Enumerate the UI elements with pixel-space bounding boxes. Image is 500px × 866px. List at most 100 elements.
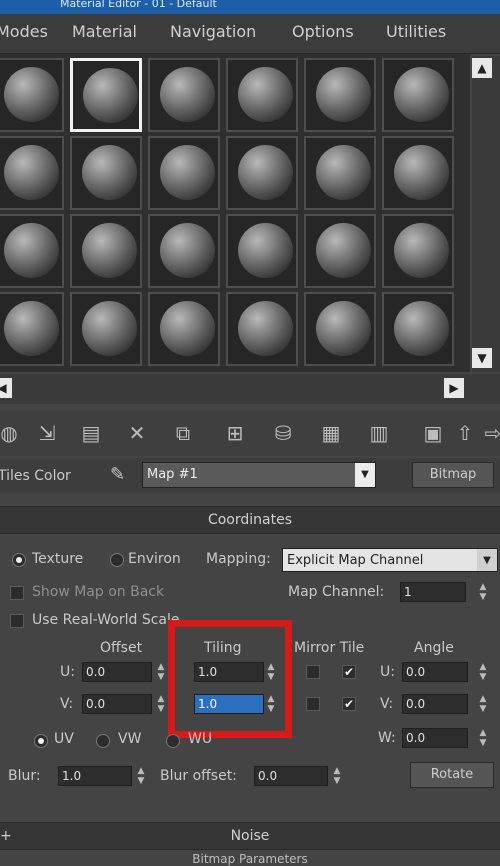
material-sphere-icon (83, 68, 138, 123)
coordinates-title: Coordinates (207, 512, 293, 528)
material-slot[interactable] (304, 292, 376, 366)
blur-offset-field[interactable]: 0.0 (254, 766, 328, 786)
unique-icon[interactable]: ⊞ (222, 420, 248, 446)
bitmap-parameters-header[interactable]: Bitmap Parameters (0, 852, 500, 866)
uv-radio[interactable] (34, 734, 48, 748)
chevron-down-icon[interactable]: ▼ (355, 463, 375, 487)
angle-v-spinner[interactable]: ▲ ▼ (478, 694, 488, 714)
material-slot[interactable] (148, 214, 220, 288)
show-map-on-back-checkbox[interactable] (10, 586, 24, 600)
chevron-down-icon[interactable]: ▼ (477, 549, 497, 571)
horizontal-scrollbar[interactable]: ◀ ▶ (0, 374, 500, 404)
mirror-tile-header: Mirror Tile (294, 640, 365, 656)
material-slot[interactable] (304, 58, 376, 132)
material-slot[interactable] (226, 136, 298, 210)
material-slot[interactable] (226, 292, 298, 366)
material-slot[interactable] (0, 58, 64, 132)
map-type-button[interactable]: Bitmap (412, 462, 494, 488)
mapping-dropdown[interactable]: Explicit Map Channel ▼ (282, 548, 498, 572)
material-slot[interactable] (226, 58, 298, 132)
scroll-up-icon[interactable]: ▲ (472, 58, 492, 78)
tile-v-checkbox[interactable]: ✔ (342, 697, 356, 711)
material-name-field[interactable]: Map #1 ▼ (142, 462, 376, 488)
menu-modes[interactable]: Modes (0, 22, 48, 41)
angle-u-field[interactable]: 0.0 (402, 662, 468, 682)
material-id-icon[interactable]: ▦ (318, 420, 344, 446)
show-end-result-icon[interactable]: ▣ (420, 420, 446, 446)
offset-v-spinner[interactable]: ▲ ▼ (156, 694, 166, 714)
eyedropper-icon[interactable]: ✎ (110, 464, 125, 485)
v-label: V: (60, 696, 74, 712)
offset-v-field[interactable]: 0.0 (82, 694, 152, 714)
scroll-down-icon[interactable]: ▼ (472, 348, 492, 368)
blur-offset-label: Blur offset: (160, 768, 237, 784)
copy-icon[interactable]: ⧉ (170, 420, 196, 446)
sphere-icon[interactable]: ◍ (0, 420, 22, 446)
material-slot[interactable] (70, 58, 142, 132)
vw-radio[interactable] (96, 734, 110, 748)
angle-v-field[interactable]: 0.0 (402, 694, 468, 714)
tiling-highlight-box (168, 620, 292, 738)
offset-u-field[interactable]: 0.0 (82, 662, 152, 682)
texture-radio[interactable] (12, 553, 26, 567)
delete-icon[interactable]: ✕ (124, 420, 150, 446)
material-slot[interactable] (382, 58, 454, 132)
uv-label: UV (54, 731, 74, 747)
scroll-left-icon[interactable]: ◀ (0, 378, 12, 398)
offset-u-spinner[interactable]: ▲ ▼ (156, 662, 166, 682)
angle-w-field[interactable]: 0.0 (402, 728, 468, 748)
menu-material[interactable]: Material (72, 22, 137, 41)
material-slot[interactable] (0, 292, 64, 366)
material-slot[interactable] (148, 136, 220, 210)
angle-u-spinner[interactable]: ▲ ▼ (478, 662, 488, 682)
coordinates-rollout-header[interactable]: Coordinates (0, 506, 500, 534)
angle-w-spinner[interactable]: ▲ ▼ (478, 728, 488, 748)
window-title-bar: Material Editor - 01 - Default (0, 0, 500, 14)
blur-offset-spinner[interactable]: ▲ ▼ (332, 766, 342, 786)
menu-utilities[interactable]: Utilities (386, 22, 446, 41)
material-sphere-icon (4, 67, 59, 122)
material-slot[interactable] (304, 136, 376, 210)
go-sibling-icon[interactable]: ⇨ (480, 420, 500, 446)
mirror-v-checkbox[interactable] (306, 697, 320, 711)
material-slot[interactable] (226, 214, 298, 288)
material-slot[interactable] (382, 136, 454, 210)
tile-u-checkbox[interactable]: ✔ (342, 665, 356, 679)
material-sphere-icon (394, 301, 449, 356)
go-parent-icon[interactable]: ⇧ (452, 420, 478, 446)
material-slot[interactable] (70, 292, 142, 366)
material-slot[interactable] (382, 214, 454, 288)
material-slot[interactable] (304, 214, 376, 288)
material-slot[interactable] (0, 214, 64, 288)
map-slot-label: Tiles Color (0, 468, 71, 484)
menu-options[interactable]: Options (292, 22, 354, 41)
material-slot[interactable] (382, 292, 454, 366)
real-world-scale-checkbox[interactable] (10, 614, 24, 628)
put-library-icon[interactable]: ⛁ (270, 420, 296, 446)
wu-radio[interactable] (166, 734, 180, 748)
put-material-icon[interactable]: ⇲ (34, 420, 60, 446)
material-slot[interactable] (70, 136, 142, 210)
assign-icon[interactable]: ▤ (78, 420, 104, 446)
menu-navigation[interactable]: Navigation (170, 22, 256, 41)
vertical-scrollbar[interactable]: ▲ ▼ (472, 56, 500, 372)
map-channel-field[interactable]: 1 (400, 582, 466, 602)
material-sphere-icon (160, 223, 215, 278)
material-slot[interactable] (0, 136, 64, 210)
blur-spinner[interactable]: ▲ ▼ (136, 766, 146, 786)
scroll-right-icon[interactable]: ▶ (444, 378, 464, 398)
map-channel-spinner[interactable]: ▲ ▼ (478, 582, 488, 602)
material-name-bar: Tiles Color ✎ Map #1 ▼ Bitmap (0, 458, 500, 494)
material-slot[interactable] (148, 292, 220, 366)
noise-rollout-header[interactable]: + Noise (0, 822, 500, 850)
material-slot[interactable] (148, 58, 220, 132)
material-sphere-icon (82, 301, 137, 356)
blur-field[interactable]: 1.0 (58, 766, 132, 786)
environ-label: Environ (128, 551, 181, 567)
rotate-button[interactable]: Rotate (410, 762, 494, 788)
material-slot[interactable] (70, 214, 142, 288)
material-sphere-icon (82, 223, 137, 278)
environ-radio[interactable] (110, 553, 124, 567)
mirror-u-checkbox[interactable] (306, 665, 320, 679)
show-map-icon[interactable]: ▥ (366, 420, 392, 446)
